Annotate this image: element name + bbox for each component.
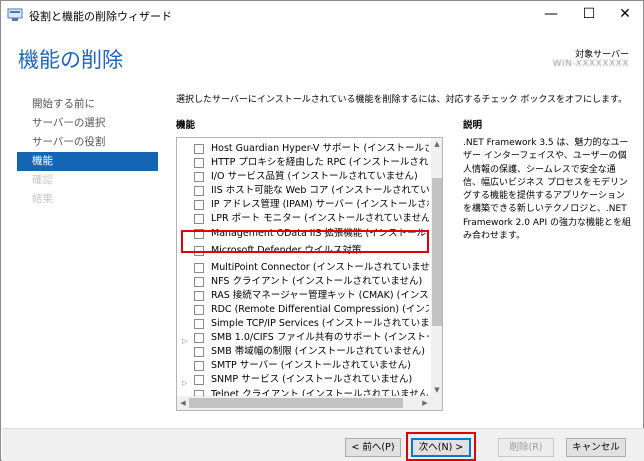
wizard-nav: 開始する前に サーバーの選択 サーバーの役割 機能 確認 結果 [17,95,158,209]
server-manager-icon [7,8,23,21]
feature-checkbox[interactable] [194,158,204,169]
scroll-left-icon[interactable]: ◀ [177,396,189,410]
feature-checkbox[interactable] [194,333,204,344]
feature-label: HTTP プロキシを経由した RPC (インストールされていません) [211,157,429,169]
nav-item-confirmation: 確認 [32,174,53,186]
feature-label: NFS クライアント (インストールされていません) [211,275,423,287]
feature-row[interactable]: Host Guardian Hyper-V サポート (インストールされていませ… [177,142,431,156]
feature-checkbox[interactable] [194,214,204,225]
window-title: 役割と機能の削除ウィザード [29,10,172,23]
feature-label: SMTP サーバー (インストールされていません) [211,360,411,372]
minimize-button[interactable]: — [533,1,569,26]
close-button[interactable]: ✕ [607,1,643,26]
nav-item-before-you-begin[interactable]: 開始する前に [17,95,158,114]
scroll-corner [431,396,442,410]
feature-row[interactable]: ▷SMB 1.0/CIFS ファイル共有のサポート (インストールされていません… [177,331,431,345]
wizard-window: 役割と機能の削除ウィザード — ☐ ✕ 機能の削除 対象サーバー WIN-XXX… [0,0,644,461]
previous-button[interactable]: < 前へ(P) [345,438,401,457]
feature-checkbox[interactable] [194,347,204,358]
feature-label: SNMP サービス (インストールされていません) [211,374,413,386]
instruction-text: 選択したサーバーにインストールされている機能を削除するには、対応するチェック ボ… [176,95,628,105]
feature-checkbox[interactable] [194,200,204,211]
horizontal-scrollbar[interactable]: ◀ ▶ [177,396,431,410]
vertical-scrollbar[interactable]: ▲ ▼ [431,138,442,396]
feature-checkbox[interactable] [194,172,204,183]
feature-label: Simple TCP/IP Services (インストールされていません) [211,318,429,330]
feature-label: I/O サービス品質 (インストールされていません) [211,171,418,183]
target-server-value: WIN-XXXXXXXX [552,59,629,69]
feature-label: LPR ポート モニター (インストールされていません) [211,213,429,225]
feature-row[interactable]: SMB 帯域幅の制限 (インストールされていません) [177,345,431,359]
feature-label: RAS 接続マネージャー管理キット (CMAK) (インストールされていません) [211,289,429,301]
cancel-button[interactable]: キャンセル [566,438,626,457]
feature-checkbox[interactable] [194,290,204,301]
feature-checkbox[interactable] [194,361,204,372]
defender-highlight-box [181,230,429,253]
feature-row[interactable]: IP アドレス管理 (IPAM) サーバー (インストールされていません) [177,198,431,212]
feature-row[interactable]: LPR ポート モニター (インストールされていません) [177,212,431,226]
scroll-down-icon[interactable]: ▼ [431,384,442,396]
feature-row[interactable]: IIS ホスト可能な Web コア (インストールされていません) [177,184,431,198]
feature-row[interactable]: HTTP プロキシを経由した RPC (インストールされていません) [177,156,431,170]
feature-label: Host Guardian Hyper-V サポート (インストールされていませ… [211,143,429,154]
title-bar: 役割と機能の削除ウィザード — ☐ ✕ [1,1,643,28]
maximize-button[interactable]: ☐ [571,1,607,26]
feature-row[interactable]: MultiPoint Connector (インストールされていません) [177,261,431,275]
next-highlight-box [406,432,476,461]
remove-button: 削除(R) [498,438,554,457]
feature-row[interactable]: NFS クライアント (インストールされていません) [177,275,431,289]
feature-description: .NET Framework 3.5 は、魅力的なユーザー インターフェイスや、… [463,138,631,242]
feature-checkbox[interactable] [194,319,204,330]
feature-label: IP アドレス管理 (IPAM) サーバー (インストールされていません) [211,199,429,211]
feature-label: RDC (Remote Differential Compression) (イ… [211,303,429,315]
nav-item-server-roles[interactable]: サーバーの役割 [17,133,158,152]
feature-checkbox[interactable] [194,375,204,386]
horizontal-scroll-thumb[interactable] [189,398,403,408]
feature-checkbox[interactable] [194,304,204,315]
feature-row[interactable]: SMTP サーバー (インストールされていません) [177,359,431,373]
description-heading: 説明 [463,120,483,131]
feature-label: IIS ホスト可能な Web コア (インストールされていません) [211,185,429,197]
feature-row[interactable]: ▷ SNMP サービス (インストールされていません) [177,373,431,387]
vertical-scroll-thumb[interactable] [432,178,442,326]
feature-label: SMB 帯域幅の制限 (インストールされていません) [211,346,425,358]
nav-item-results: 結果 [32,193,53,205]
feature-label: MultiPoint Connector (インストールされていません) [211,261,429,273]
features-list[interactable]: Host Guardian Hyper-V サポート (インストールされていませ… [176,137,443,411]
nav-item-features[interactable]: 機能 [17,152,158,171]
features-heading: 機能 [176,120,196,131]
scroll-right-icon[interactable]: ▶ [419,396,431,410]
feature-checkbox[interactable] [194,186,204,197]
feature-row[interactable]: I/O サービス品質 (インストールされていません) [177,170,431,184]
feature-row[interactable]: RAS 接続マネージャー管理キット (CMAK) (インストールされていません) [177,289,431,303]
features-list-items: Host Guardian Hyper-V サポート (インストールされていませ… [177,142,431,410]
nav-item-server-selection[interactable]: サーバーの選択 [17,114,158,133]
feature-checkbox[interactable] [194,262,204,273]
scroll-up-icon[interactable]: ▲ [431,138,442,150]
feature-row[interactable]: Simple TCP/IP Services (インストールされていません) [177,317,431,331]
page-title: 機能の削除 [18,48,123,72]
feature-label: SMB 1.0/CIFS ファイル共有のサポート (インストールされていません) [211,332,429,344]
feature-checkbox[interactable] [194,144,204,154]
feature-row[interactable]: RDC (Remote Differential Compression) (イ… [177,303,431,317]
feature-checkbox[interactable] [194,276,204,287]
